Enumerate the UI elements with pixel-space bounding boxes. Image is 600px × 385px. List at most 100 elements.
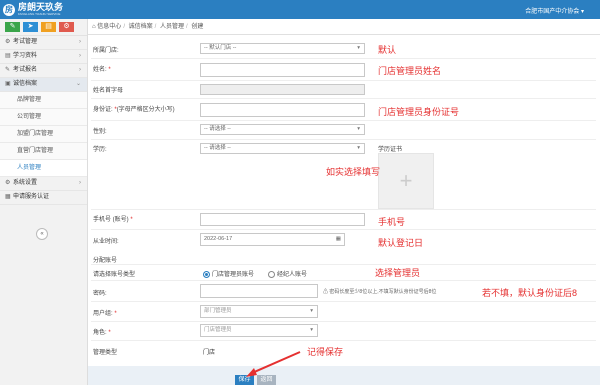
employment-date-label: 从业时间:: [93, 239, 119, 245]
education-select-value: -- 请选择 --: [204, 145, 231, 151]
sidebar-subitem-personnel[interactable]: 人员管理: [0, 160, 87, 177]
sidebar-item-exam-registration[interactable]: ✎ 考试报名 ›: [0, 64, 87, 78]
row-divider: [91, 280, 596, 281]
gear-icon[interactable]: ⚙: [59, 22, 74, 32]
idcard-hint: (字母严格区分大小写): [116, 107, 175, 113]
logo-subtitle: FANGLANG TIANJIU SERVICE: [18, 12, 61, 16]
certificate-label: 学历证书: [378, 147, 403, 153]
sidebar-item-integrity-archive[interactable]: ▣ 诚信档案 ⌄: [0, 78, 87, 92]
annotation-remember-save: 记得保存: [307, 347, 344, 357]
account-type-option-admin[interactable]: 门店管理员账号: [203, 269, 254, 278]
edit-icon[interactable]: ✎: [5, 22, 20, 32]
row-divider: [91, 98, 596, 99]
row-divider: [91, 264, 596, 265]
warning-icon: ⚠: [323, 289, 329, 295]
account-type-option-agent[interactable]: 经纪人账号: [268, 269, 307, 278]
pinyin-input: [200, 84, 365, 95]
row-divider: [91, 229, 596, 230]
pinyin-label: 姓名首字母: [93, 88, 124, 94]
idcard-input[interactable]: [200, 103, 365, 117]
breadcrumb-separator: /: [186, 24, 188, 30]
password-input[interactable]: [200, 284, 318, 298]
radio-checked-icon: [203, 270, 210, 278]
gear-icon: ⚙: [5, 180, 11, 186]
role-label: 角色: *: [93, 330, 111, 336]
chart-icon[interactable]: ▤: [41, 22, 56, 32]
annotation-choose-admin: 选择管理员: [375, 268, 421, 278]
annotation-register-date: 默认登记日: [378, 238, 424, 248]
phone-input[interactable]: [200, 213, 365, 226]
usergroup-label: 用户组: *: [93, 311, 117, 317]
assign-account-label: 分配账号: [93, 258, 118, 264]
store-select[interactable]: -- 默认门店 -- ▾: [200, 43, 365, 54]
row-divider: [91, 321, 596, 322]
logo-mark-icon: 房: [3, 3, 15, 16]
chevron-right-icon: ›: [79, 67, 81, 73]
breadcrumb-item-current: 创建: [191, 24, 204, 30]
idcard-label: 身份证: *(字母严格区分大小写): [93, 107, 175, 113]
home-icon: ⌂: [92, 24, 96, 30]
sidebar-item-label: 考试报名: [13, 67, 38, 73]
logo[interactable]: 房 房朗天玖务 FANGLANG TIANJIU SERVICE: [3, 3, 63, 16]
book-icon: ▤: [5, 53, 11, 59]
save-button[interactable]: 保存: [235, 375, 254, 385]
chevron-down-icon: ▾: [310, 327, 313, 333]
password-hint: ⚠ 密码长度至少8位以上,不填写默认身份证号后8位: [323, 289, 437, 295]
folder-icon: ▣: [5, 81, 11, 87]
pencil-icon: ✎: [5, 67, 11, 73]
education-label: 学历:: [93, 147, 107, 153]
sidebar-subitem-direct-store[interactable]: 直营门店管理: [0, 143, 87, 160]
account-type-option-label: 门店管理员账号: [212, 272, 255, 278]
sidebar-item-label: 考试管理: [13, 39, 38, 45]
sidebar-item-system-settings[interactable]: ⚙ 系统设置 ›: [0, 177, 87, 191]
annotation-fill-truthfully: 如实选择填写: [326, 167, 381, 177]
store-select-value: -- 默认门店 --: [204, 45, 237, 51]
chevron-down-icon: ▾: [357, 126, 360, 132]
sidebar-subitem-franchise-store[interactable]: 加盟门店管理: [0, 126, 87, 143]
chevron-right-icon: ›: [79, 53, 81, 59]
row-divider: [91, 120, 596, 121]
sidebar-item-exam-management[interactable]: ⚙ 考试管理 ›: [0, 36, 87, 50]
sidebar-item-study-materials[interactable]: ▤ 学习资料 ›: [0, 50, 87, 64]
breadcrumb: ⌂ 信息中心 / 诚信档案 / 人员管理 / 创建: [88, 19, 600, 35]
role-select[interactable]: 门店管理员 ▾: [200, 324, 318, 337]
row-divider: [91, 301, 596, 302]
logo-title: 房朗天玖务: [18, 2, 64, 12]
row-divider: [91, 340, 596, 341]
row-divider: [91, 80, 596, 81]
breadcrumb-item[interactable]: 诚信档案: [129, 24, 153, 30]
sidebar-item-service-certification[interactable]: ▦ 申请服务认证: [0, 191, 87, 205]
collapse-icon: «: [40, 231, 44, 237]
role-select-value: 门店管理员: [204, 327, 232, 333]
employment-date-input[interactable]: 2022-06-17 ▦: [200, 233, 345, 246]
breadcrumb-item[interactable]: 人员管理: [160, 24, 184, 30]
send-icon[interactable]: ➤: [23, 22, 38, 32]
gender-select[interactable]: -- 请选择 -- ▾: [200, 124, 365, 135]
store-label: 所属门店:: [93, 48, 119, 54]
org-menu[interactable]: 合肥市国产中介协会 ▾: [525, 6, 584, 15]
account-type-label: 请选择账号类型: [93, 272, 136, 278]
back-button[interactable]: 返回: [257, 375, 276, 385]
chevron-right-icon: ›: [79, 180, 81, 186]
form-footer: [88, 366, 600, 385]
annotation-admin-name: 门店管理员姓名: [378, 66, 442, 76]
sidebar-subitem-brand[interactable]: 品牌管理: [0, 92, 87, 109]
certificate-upload[interactable]: +: [378, 153, 434, 209]
breadcrumb-item[interactable]: 信息中心: [97, 24, 121, 30]
chevron-down-icon: ▾: [357, 145, 360, 151]
quick-toolbar: ✎ ➤ ▤ ⚙: [0, 19, 87, 36]
sidebar-collapse-button[interactable]: «: [36, 228, 48, 240]
sidebar: ✎ ➤ ▤ ⚙ ⚙ 考试管理 › ▤ 学习资料 › ✎ 考试报名 › ▣ 诚信档案 ⌄ 品牌管理…: [0, 19, 88, 385]
usergroup-select[interactable]: 部门管理员 ▾: [200, 305, 318, 318]
education-select[interactable]: -- 请选择 -- ▾: [200, 143, 365, 154]
sidebar-subitem-company[interactable]: 公司管理: [0, 109, 87, 126]
manage-type-value: 门店: [203, 350, 216, 356]
sidebar-item-label: 系统设置: [13, 180, 38, 186]
chevron-down-icon: ▾: [357, 45, 360, 51]
top-bar: 房 房朗天玖务 FANGLANG TIANJIU SERVICE 合肥市国产中介…: [0, 0, 600, 19]
row-divider: [91, 139, 596, 140]
name-input[interactable]: [200, 63, 365, 77]
calendar-icon: ▦: [335, 236, 341, 242]
chevron-right-icon: ›: [79, 39, 81, 45]
sidebar-item-label: 学习资料: [13, 53, 38, 59]
